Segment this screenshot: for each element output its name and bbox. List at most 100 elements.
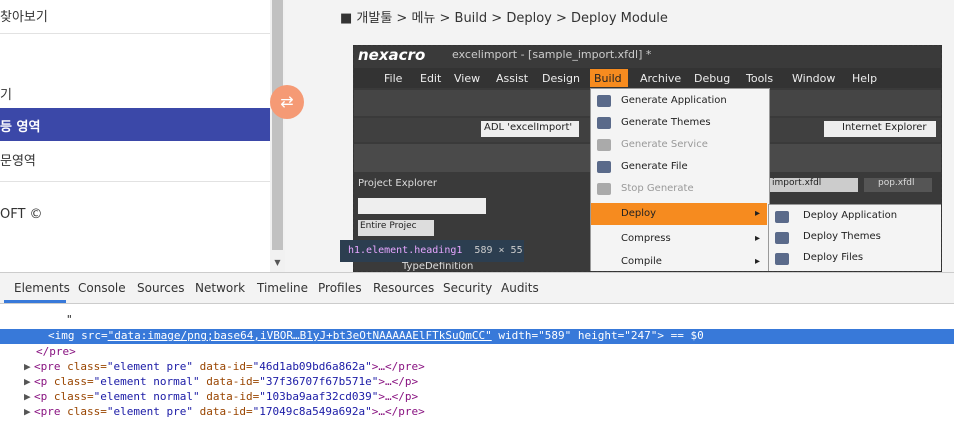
tab-resources[interactable]: Resources bbox=[373, 281, 434, 295]
sidebar-item-active[interactable]: 등 영역 bbox=[0, 108, 270, 141]
sidebar-item-active-label: 등 영역 bbox=[0, 120, 41, 135]
breadcrumb: ■ 개발툴 > 메뉴 > Build > Deploy > Deploy Mod… bbox=[340, 11, 668, 26]
menuitem-generate-service: Generate Service bbox=[621, 139, 708, 150]
editor-tab-import: import.xfdl bbox=[768, 178, 858, 192]
menuitem-compress: Compress bbox=[621, 233, 671, 244]
deploy-icon bbox=[775, 211, 789, 223]
nexacro-logo: nexacro bbox=[358, 46, 426, 64]
generate-icon bbox=[597, 95, 611, 107]
divider bbox=[0, 33, 270, 34]
expand-triangle-icon[interactable]: ▶ bbox=[24, 375, 34, 388]
code-end: >…</p> bbox=[378, 390, 419, 403]
tab-sources[interactable]: Sources bbox=[137, 281, 184, 295]
code-val: "247" bbox=[624, 329, 658, 342]
menuitem-generate-themes: Generate Themes bbox=[621, 117, 711, 128]
code-end: >…</pre> bbox=[371, 360, 425, 373]
code-val: "37f36707f67b571e" bbox=[259, 375, 379, 388]
menuitem-deploy-highlight bbox=[591, 203, 767, 225]
sidebar-item-3[interactable]: 문영역 bbox=[0, 150, 270, 169]
code-end: >…</pre> bbox=[371, 405, 425, 418]
menuitem-generate-file: Generate File bbox=[621, 161, 688, 172]
menuitem-deploy: Deploy bbox=[621, 208, 657, 219]
menu-archive: Archive bbox=[640, 72, 682, 85]
code-tag: <img bbox=[48, 329, 75, 342]
sidebar-item-search[interactable]: 찾아보기 bbox=[0, 6, 270, 25]
tab-profiles[interactable]: Profiles bbox=[318, 281, 362, 295]
menu-tools: Tools bbox=[746, 72, 774, 85]
generate-icon bbox=[597, 161, 611, 173]
submenu-arrow-icon: ▸ bbox=[755, 233, 761, 244]
tab-elements[interactable]: Elements bbox=[14, 281, 70, 295]
menu-assist: Assist bbox=[496, 72, 529, 85]
build-dropdown-menu: Generate Application Generate Themes Gen… bbox=[590, 88, 770, 271]
expand-triangle-icon[interactable]: ▶ bbox=[24, 405, 34, 418]
menu-file: File bbox=[384, 72, 403, 85]
editor-tab-pop-label: pop.xfdl bbox=[878, 178, 915, 188]
divider bbox=[0, 181, 270, 182]
nexacro-window-title: excelimport - [sample_import.xfdl] * bbox=[452, 48, 652, 61]
expand-triangle-icon[interactable]: ▶ bbox=[24, 360, 34, 373]
tab-network[interactable]: Network bbox=[195, 281, 245, 295]
menuitem-stop-generate: Stop Generate bbox=[621, 183, 694, 194]
nexacro-screenshot-image: nexacro excelimport - [sample_import.xfd… bbox=[353, 45, 942, 272]
tooltip-tag: h1.element.heading1 bbox=[348, 245, 463, 256]
tab-security[interactable]: Security bbox=[443, 281, 492, 295]
tab-timeline[interactable]: Timeline bbox=[257, 281, 308, 295]
generate-icon bbox=[597, 139, 611, 151]
code-val: "element pre" bbox=[106, 405, 193, 418]
tab-audits[interactable]: Audits bbox=[501, 281, 539, 295]
menu-help: Help bbox=[852, 72, 878, 85]
entire-project-text: Entire Projec bbox=[360, 221, 417, 231]
code-line-row4[interactable]: ▶ <pre class="element pre" data-id="17049… bbox=[0, 405, 954, 418]
menuitem-compile: Compile bbox=[621, 256, 662, 267]
expand-triangle-icon[interactable]: ▶ bbox=[24, 390, 34, 403]
entire-project-select: Entire Projec bbox=[358, 220, 434, 236]
menu-debug: Debug bbox=[694, 72, 731, 85]
code-attr: src= bbox=[81, 329, 108, 342]
editor-tab-import-label: import.xfdl bbox=[772, 178, 822, 188]
deploy-icon bbox=[775, 232, 789, 244]
code-line-row3[interactable]: ▶ <p class="element normal" data-id="103b… bbox=[0, 390, 954, 403]
adl-field-text: ADL 'excelImport' bbox=[484, 122, 573, 133]
sidebar-scrollbar-thumb[interactable] bbox=[272, 0, 283, 250]
code-line-row2[interactable]: ▶ <p class="element normal" data-id="37f3… bbox=[0, 375, 954, 388]
code-val: "element normal" bbox=[93, 375, 200, 388]
code-text: " bbox=[66, 313, 73, 326]
sidebar-item-2[interactable]: 기 bbox=[0, 84, 270, 103]
deploy-submenu: Deploy Application Deploy Themes Deploy … bbox=[768, 204, 941, 271]
adl-field: ADL 'excelImport' bbox=[481, 121, 579, 137]
menuitem-deploy-files: Deploy Files bbox=[803, 252, 864, 263]
inspect-tooltip: h1.element.heading1 589 × 55 bbox=[340, 240, 524, 262]
code-val: "element pre" bbox=[106, 360, 193, 373]
menu-design: Design bbox=[542, 72, 580, 85]
code-line-pre-close[interactable]: </pre> bbox=[0, 345, 954, 358]
sidebar-footer-text: OFT © bbox=[0, 207, 43, 222]
menuitem-generate-application: Generate Application bbox=[621, 95, 727, 106]
swap-arrows-icon[interactable]: ⇄ bbox=[270, 85, 304, 119]
project-search-field bbox=[358, 198, 486, 214]
code-end: >…</p> bbox=[378, 375, 419, 388]
code-attr: height= bbox=[577, 329, 625, 342]
scroll-down-arrow-icon[interactable]: ▼ bbox=[272, 258, 283, 268]
submenu-arrow-icon: ▸ bbox=[755, 256, 761, 267]
tooltip-size: 589 × 55 bbox=[474, 245, 523, 256]
submenu-arrow-icon: ▸ bbox=[755, 208, 761, 219]
project-explorer-title: Project Explorer bbox=[358, 178, 438, 189]
code-tag: p bbox=[40, 375, 48, 388]
menu-build: Build bbox=[594, 72, 622, 85]
code-line-quote[interactable]: " bbox=[0, 313, 954, 326]
devtools-tabbar: Elements Console Sources Network Timelin… bbox=[0, 273, 954, 304]
code-attr: width= bbox=[498, 329, 539, 342]
code-line-row1[interactable]: ▶ <pre class="element pre" data-id="46d1a… bbox=[0, 360, 954, 373]
menu-view: View bbox=[454, 72, 481, 85]
code-line-img-selected[interactable]: <img src="data:image/png;base64,iVBOR…B1… bbox=[0, 329, 954, 344]
code-val: "589" bbox=[538, 329, 572, 342]
devtools-panel: Elements Console Sources Network Timelin… bbox=[0, 272, 954, 422]
editor-tab-pop: pop.xfdl bbox=[864, 178, 932, 192]
code-link[interactable]: "data:image/png;base64,iVBOR…B1yJ+bt3eOt… bbox=[108, 329, 492, 342]
code-val: "103ba9aaf32cd039" bbox=[259, 390, 379, 403]
menuitem-deploy-application: Deploy Application bbox=[803, 210, 898, 221]
active-tab-indicator bbox=[4, 300, 66, 303]
code-end: > == $0 bbox=[657, 329, 704, 342]
tab-console[interactable]: Console bbox=[78, 281, 126, 295]
